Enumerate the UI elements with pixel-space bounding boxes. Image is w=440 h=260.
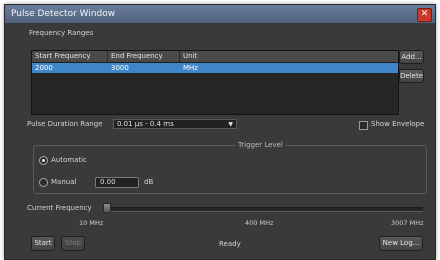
- window-title: Pulse Detector Window: [11, 9, 116, 19]
- stop-button[interactable]: Stop: [61, 236, 85, 251]
- pulse-duration-range-label: Pulse Duration Range: [27, 120, 103, 128]
- trigger-level-group-title: Trigger Level: [235, 141, 286, 149]
- trigger-level-group: [33, 145, 427, 194]
- pulse-duration-range-value: 0.01 µs - 0.4 ms: [117, 120, 174, 128]
- chevron-down-icon: ▼: [228, 121, 233, 128]
- trigger-unit-label: dB: [144, 178, 154, 186]
- add-range-button[interactable]: Add...: [399, 50, 424, 64]
- cell-start-frequency: 2000: [35, 64, 53, 72]
- radio-selected-dot: [42, 159, 45, 162]
- show-envelope-label: Show Envelope: [371, 120, 425, 128]
- manual-radio[interactable]: [39, 178, 48, 187]
- table-row[interactable]: 2000 3000 MHz: [32, 63, 398, 73]
- frequency-ranges-table[interactable]: Start Frequency End Frequency Unit 2000 …: [31, 50, 399, 115]
- current-frequency-slider-track: [103, 207, 423, 212]
- title-bar[interactable]: Pulse Detector Window ✕: [5, 5, 435, 23]
- automatic-label: Automatic: [51, 156, 87, 164]
- manual-trigger-input[interactable]: 0.00: [95, 177, 139, 188]
- cell-unit: MHz: [183, 64, 198, 72]
- start-button[interactable]: Start: [31, 236, 55, 251]
- frequency-tick-mid: 400 MHz: [245, 219, 274, 227]
- column-header-start-frequency[interactable]: Start Frequency: [32, 51, 108, 62]
- frequency-tick-max: 3007 MHz: [391, 219, 424, 227]
- new-log-button[interactable]: New Log...: [379, 236, 423, 251]
- show-envelope-checkbox[interactable]: [359, 121, 368, 130]
- current-frequency-slider-thumb[interactable]: [103, 203, 111, 213]
- delete-range-button[interactable]: Delete: [399, 69, 424, 83]
- column-header-unit[interactable]: Unit: [180, 51, 398, 62]
- status-text: Ready: [219, 240, 241, 248]
- manual-label: Manual: [51, 178, 77, 186]
- automatic-radio[interactable]: [39, 156, 48, 165]
- table-header: Start Frequency End Frequency Unit: [32, 51, 398, 63]
- frequency-ranges-label: Frequency Ranges: [29, 29, 94, 37]
- close-icon[interactable]: ✕: [417, 8, 432, 22]
- current-frequency-label: Current Frequency: [27, 204, 92, 212]
- pulse-duration-range-select[interactable]: 0.01 µs - 0.4 ms ▼: [113, 119, 237, 129]
- pulse-detector-window: Pulse Detector Window ✕ Frequency Ranges…: [4, 4, 436, 260]
- column-header-end-frequency[interactable]: End Frequency: [108, 51, 180, 62]
- frequency-tick-min: 10 MHz: [79, 219, 104, 227]
- cell-end-frequency: 3000: [111, 64, 129, 72]
